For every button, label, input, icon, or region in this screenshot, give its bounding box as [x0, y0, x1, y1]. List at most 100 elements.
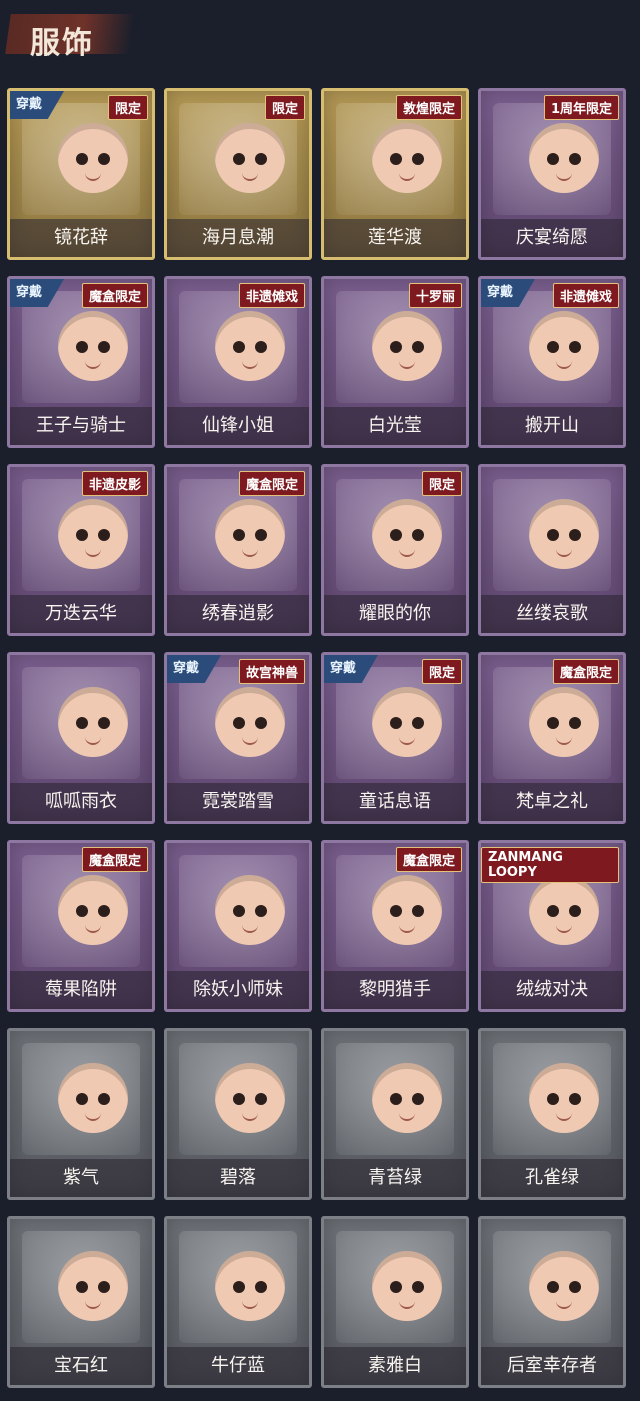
name-bar: 紫气 [10, 1159, 152, 1197]
face-icon [215, 687, 285, 757]
edition-badge: 非遗傩戏 [552, 283, 619, 308]
face-icon [58, 1251, 128, 1321]
face-icon [215, 311, 285, 381]
outfit-name: 黎明猎手 [359, 979, 431, 1000]
outfit-card[interactable]: 孔雀绿 [478, 1028, 626, 1200]
mouth-icon [399, 1301, 415, 1309]
right-eye-icon [569, 529, 581, 541]
mouth-icon [85, 361, 101, 369]
left-eye-icon [547, 1093, 559, 1105]
outfit-card[interactable]: 限定海月息潮 [164, 88, 312, 260]
outfit-card[interactable]: 紫气 [7, 1028, 155, 1200]
name-bar: 搬开山 [481, 407, 623, 445]
left-eye-icon [390, 1093, 402, 1105]
name-bar: 仙锋小姐 [167, 407, 309, 445]
outfit-name: 仙锋小姐 [202, 415, 274, 436]
outfit-card[interactable]: 牛仔蓝 [164, 1216, 312, 1388]
outfit-card[interactable]: 非遗皮影 万迭云华 [7, 464, 155, 636]
outfit-card[interactable]: 1周年限定 庆宴绮愿 [478, 88, 626, 260]
mouth-icon [242, 361, 258, 369]
name-bar: 碧落 [167, 1159, 309, 1197]
right-eye-icon [255, 529, 267, 541]
outfit-card[interactable]: ZANMANG LOOPY 绒绒对决 [478, 840, 626, 1012]
left-eye-icon [233, 341, 245, 353]
right-eye-icon [412, 153, 424, 165]
outfit-name: 紫气 [63, 1167, 99, 1188]
outfit-card[interactable]: 限定 耀眼的你 [321, 464, 469, 636]
outfit-name: 宝石红 [54, 1355, 108, 1376]
outfit-card[interactable]: 青苔绿 [321, 1028, 469, 1200]
left-eye-icon [390, 1281, 402, 1293]
character-portrait [493, 479, 611, 591]
outfit-card[interactable]: 魔盒限定 绣春逍影 [164, 464, 312, 636]
face-icon [372, 1251, 442, 1321]
right-eye-icon [569, 153, 581, 165]
outfit-card[interactable]: 限定 穿戴 镜花辞 [7, 88, 155, 260]
outfit-name: 碧落 [220, 1167, 256, 1188]
name-bar: 耀眼的你 [324, 595, 466, 633]
outfit-name: 王子与骑士 [36, 415, 126, 436]
left-eye-icon [547, 341, 559, 353]
outfit-card[interactable]: 非遗傩戏仙锋小姐 [164, 276, 312, 448]
mouth-icon [556, 549, 572, 557]
outfit-name: 莓果陷阱 [45, 979, 117, 1000]
outfit-card[interactable]: 呱呱雨衣 [7, 652, 155, 824]
outfit-card[interactable]: 素雅白 [321, 1216, 469, 1388]
outfit-card[interactable]: 碧落 [164, 1028, 312, 1200]
face-icon [215, 875, 285, 945]
name-bar: 白光莹 [324, 407, 466, 445]
edition-badge: 非遗傩戏 [238, 283, 305, 308]
name-bar: 牛仔蓝 [167, 1347, 309, 1385]
outfit-card[interactable]: 限定 穿戴 童话息语 [321, 652, 469, 824]
outfit-card[interactable]: 除妖小师妹 [164, 840, 312, 1012]
face-icon [58, 1063, 128, 1133]
edition-badge: 魔盒限定 [81, 283, 148, 308]
left-eye-icon [547, 529, 559, 541]
mouth-icon [242, 549, 258, 557]
mouth-icon [242, 737, 258, 745]
character-portrait [179, 1043, 297, 1155]
mouth-icon [556, 925, 572, 933]
name-bar: 丝缕哀歌 [481, 595, 623, 633]
outfit-name: 牛仔蓝 [211, 1355, 265, 1376]
face-icon [529, 875, 599, 945]
right-eye-icon [98, 1093, 110, 1105]
character-portrait [22, 667, 140, 779]
outfit-card[interactable]: 故宫神兽 穿戴 霓裳踏雪 [164, 652, 312, 824]
face-icon [58, 123, 128, 193]
mouth-icon [85, 173, 101, 181]
right-eye-icon [412, 341, 424, 353]
outfit-card[interactable]: 魔盒限定 莓果陷阱 [7, 840, 155, 1012]
left-eye-icon [76, 905, 88, 917]
left-eye-icon [233, 153, 245, 165]
outfit-card[interactable]: 十罗丽 白光莹 [321, 276, 469, 448]
right-eye-icon [569, 717, 581, 729]
mouth-icon [242, 925, 258, 933]
right-eye-icon [412, 1093, 424, 1105]
face-icon [372, 123, 442, 193]
name-bar: 海月息潮 [167, 219, 309, 257]
right-eye-icon [569, 1093, 581, 1105]
face-icon [372, 1063, 442, 1133]
character-portrait [493, 1231, 611, 1343]
outfit-name: 梵卓之礼 [516, 791, 588, 812]
outfit-card[interactable]: 魔盒限定 梵卓之礼 [478, 652, 626, 824]
right-eye-icon [255, 1093, 267, 1105]
outfit-card[interactable]: 魔盒限定 穿戴 王子与骑士 [7, 276, 155, 448]
outfit-name: 丝缕哀歌 [516, 603, 588, 624]
outfit-card[interactable]: 魔盒限定 黎明猎手 [321, 840, 469, 1012]
outfit-card[interactable]: 非遗傩戏 穿戴 搬开山 [478, 276, 626, 448]
right-eye-icon [255, 717, 267, 729]
face-icon [58, 311, 128, 381]
outfit-card[interactable]: 后室幸存者 [478, 1216, 626, 1388]
mouth-icon [556, 1301, 572, 1309]
outfit-name: 庆宴绮愿 [516, 227, 588, 248]
outfit-card[interactable]: 敦煌限定 莲华渡 [321, 88, 469, 260]
outfit-card[interactable]: 宝石红 [7, 1216, 155, 1388]
edition-badge: 限定 [264, 95, 305, 120]
mouth-icon [85, 1301, 101, 1309]
name-bar: 绣春逍影 [167, 595, 309, 633]
left-eye-icon [233, 905, 245, 917]
outfit-card[interactable]: 丝缕哀歌 [478, 464, 626, 636]
mouth-icon [399, 1113, 415, 1121]
